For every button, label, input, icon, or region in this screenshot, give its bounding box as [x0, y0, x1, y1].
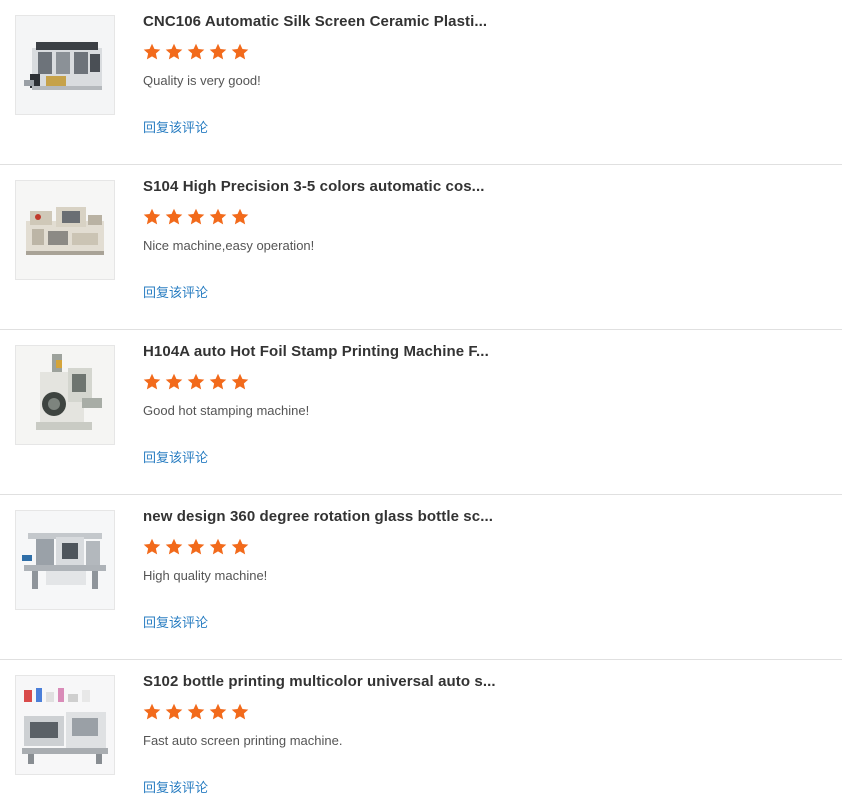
bottle-printer-photo [16, 511, 114, 609]
star-icon [165, 703, 183, 720]
reply-to-review-link[interactable]: 回复该评论 [143, 119, 208, 137]
star-icon [143, 703, 161, 720]
product-title-link[interactable]: new design 360 degree rotation glass bot… [143, 507, 503, 527]
star-icon [231, 208, 249, 225]
star-icon [209, 538, 227, 555]
star-icon [165, 208, 183, 225]
reply-to-review-link[interactable]: 回复该评论 [143, 284, 208, 302]
star-icon [209, 43, 227, 60]
star-rating [143, 703, 249, 721]
star-icon [209, 703, 227, 720]
star-icon [165, 43, 183, 60]
review-item: H104A auto Hot Foil Stamp Printing Machi… [0, 330, 842, 495]
star-icon [209, 208, 227, 225]
multicolor-printer-photo [16, 181, 114, 279]
star-rating [143, 538, 249, 556]
star-icon [187, 703, 205, 720]
star-icon [187, 373, 205, 390]
star-rating [143, 208, 249, 226]
star-icon [143, 43, 161, 60]
product-thumbnail[interactable] [15, 15, 115, 115]
star-icon [231, 703, 249, 720]
product-thumbnail[interactable] [15, 345, 115, 445]
reply-to-review-link[interactable]: 回复该评论 [143, 449, 208, 467]
review-item: new design 360 degree rotation glass bot… [0, 495, 842, 660]
review-item: CNC106 Automatic Silk Screen Ceramic Pla… [0, 0, 842, 165]
star-icon [165, 538, 183, 555]
reply-to-review-link[interactable]: 回复该评论 [143, 614, 208, 632]
star-rating [143, 43, 249, 61]
review-list: CNC106 Automatic Silk Screen Ceramic Pla… [0, 0, 842, 802]
product-thumbnail[interactable] [15, 180, 115, 280]
product-title-link[interactable]: S102 bottle printing multicolor universa… [143, 672, 503, 692]
review-comment: Quality is very good! [143, 73, 261, 88]
product-thumbnail[interactable] [15, 510, 115, 610]
star-icon [231, 538, 249, 555]
hot-foil-stamping-machine-photo [16, 346, 114, 444]
star-icon [143, 373, 161, 390]
review-comment: Good hot stamping machine! [143, 403, 310, 418]
silk-screen-machine-photo [16, 16, 114, 114]
star-icon [187, 43, 205, 60]
star-rating [143, 373, 249, 391]
review-item: S102 bottle printing multicolor universa… [0, 660, 842, 802]
product-title-link[interactable]: S104 High Precision 3-5 colors automatic… [143, 177, 503, 197]
star-icon [165, 373, 183, 390]
star-icon [143, 538, 161, 555]
reply-to-review-link[interactable]: 回复该评论 [143, 779, 208, 797]
star-icon [187, 208, 205, 225]
star-icon [209, 373, 227, 390]
product-title-link[interactable]: CNC106 Automatic Silk Screen Ceramic Pla… [143, 12, 503, 32]
star-icon [187, 538, 205, 555]
review-comment: Fast auto screen printing machine. [143, 733, 343, 748]
review-comment: Nice machine,easy operation! [143, 238, 315, 253]
star-icon [143, 208, 161, 225]
product-thumbnail[interactable] [15, 675, 115, 775]
universal-screen-printer-photo [16, 676, 114, 774]
review-item: S104 High Precision 3-5 colors automatic… [0, 165, 842, 330]
star-icon [231, 373, 249, 390]
product-title-link[interactable]: H104A auto Hot Foil Stamp Printing Machi… [143, 342, 503, 362]
review-comment: High quality machine! [143, 568, 268, 583]
star-icon [231, 43, 249, 60]
